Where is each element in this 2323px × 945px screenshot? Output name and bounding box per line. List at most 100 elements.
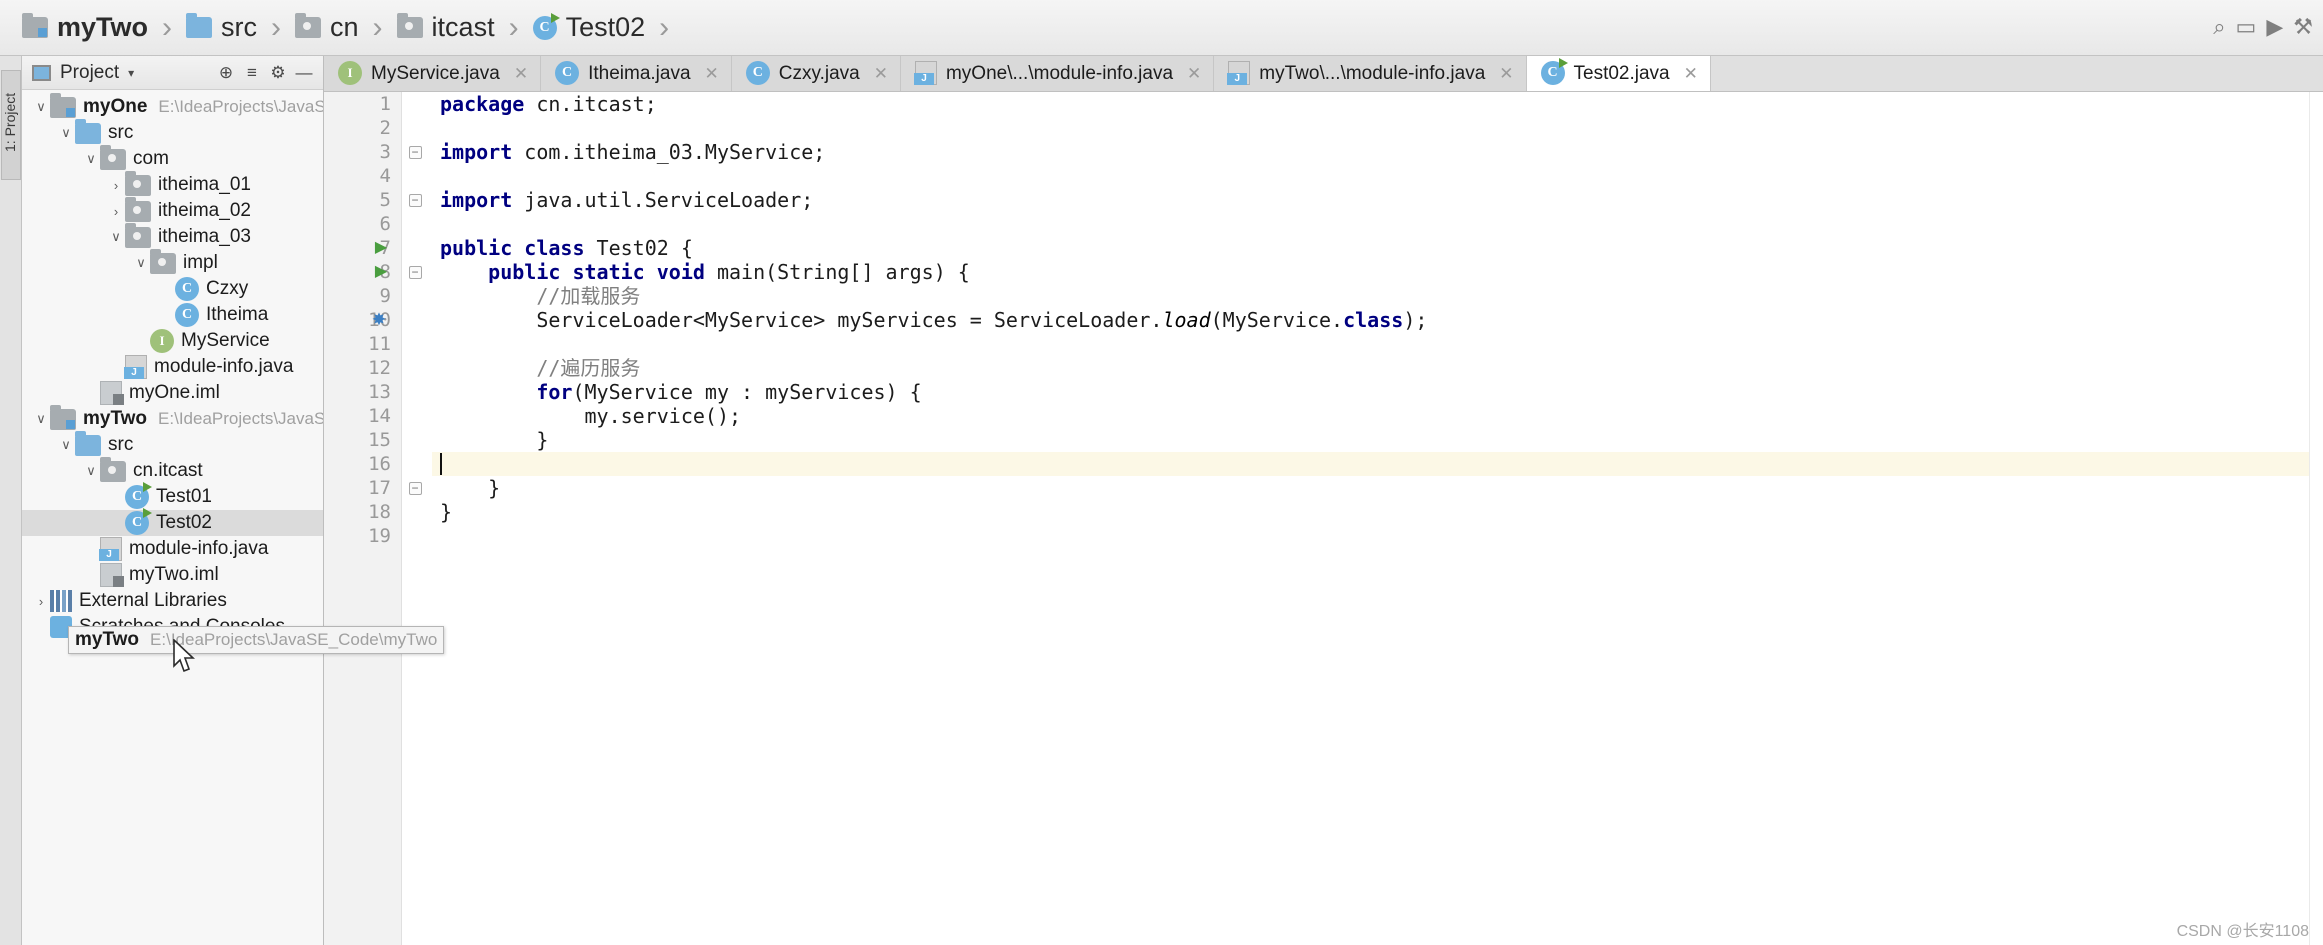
close-icon[interactable]: ✕ — [705, 64, 719, 84]
close-icon[interactable]: ✕ — [1684, 64, 1698, 84]
tree-node-myone.iml[interactable]: myOne.iml — [22, 380, 323, 406]
code-line[interactable]: package cn.itcast; — [432, 92, 2323, 116]
code-line[interactable] — [432, 116, 2323, 140]
run-config-icon[interactable]: ▭ — [2236, 14, 2257, 40]
tree-node-module-info.java[interactable]: module-info.java — [22, 536, 323, 562]
tree-node-com[interactable]: ∨ com — [22, 144, 323, 172]
breadcrumb-item-mytwo[interactable]: myTwo — [22, 12, 148, 43]
tree-node-itheima_03[interactable]: ∨ itheima_03 — [22, 222, 323, 250]
code-token: main(String[] args) { — [716, 260, 970, 284]
code-line[interactable]: my.service(); — [432, 404, 2323, 428]
editor-tab-myservice.java[interactable]: I MyService.java ✕ — [324, 56, 542, 91]
close-icon[interactable]: ✕ — [1499, 64, 1513, 84]
build-icon[interactable]: ⚒ — [2293, 14, 2313, 40]
source-folder-icon — [75, 430, 101, 456]
chevron-down-icon[interactable]: ∨ — [107, 229, 125, 245]
fold-box-icon[interactable]: − — [408, 266, 422, 280]
hide-button[interactable]: — — [291, 63, 317, 83]
chevron-down-icon[interactable]: ▾ — [128, 66, 134, 80]
editor-right-gutter[interactable] — [2309, 92, 2323, 945]
fold-toggle-icon[interactable]: − — [404, 188, 426, 212]
code-line[interactable]: //遍历服务 — [432, 356, 2323, 380]
sidebar-tab-project[interactable]: 1: Project — [1, 70, 21, 180]
chevron-down-icon[interactable]: ∨ — [132, 255, 150, 271]
chevron-right-icon[interactable]: › — [107, 178, 125, 193]
tree-node-module-info.java[interactable]: module-info.java — [22, 354, 323, 380]
code-line[interactable]: ServiceLoader<MyService> myServices = Se… — [432, 308, 2323, 332]
tree-node-label: Test02 — [156, 512, 212, 533]
code-line[interactable]: import java.util.ServiceLoader; — [432, 188, 2323, 212]
code-line[interactable] — [432, 332, 2323, 356]
fold-toggle-icon[interactable]: − — [404, 140, 426, 164]
project-tree[interactable]: ∨myOneE:\IdeaProjects\JavaSE_Co∨src∨com›… — [22, 90, 323, 945]
code-line[interactable]: //加载服务 — [432, 284, 2323, 308]
chevron-right-icon[interactable]: › — [32, 594, 50, 609]
bean-gutter-icon[interactable]: ✸ — [368, 308, 390, 332]
tree-node-myone[interactable]: ∨ myOne E:\IdeaProjects\JavaSE_Co — [22, 92, 323, 120]
tree-node-itheima[interactable]: C Itheima — [22, 302, 323, 328]
chevron-down-icon[interactable]: ∨ — [32, 411, 50, 427]
fold-toggle-icon[interactable]: − — [404, 476, 426, 500]
tree-node-mytwo[interactable]: ∨ myTwo E:\IdeaProjects\JavaSE_Code\myTwo — [22, 404, 323, 432]
code-line[interactable] — [432, 524, 2323, 548]
editor-tab-mytwo-...-module-info.java[interactable]: myTwo\...\module-info.java ✕ — [1214, 56, 1527, 91]
editor-tab-test02.java[interactable]: C Test02.java ✕ — [1526, 56, 1711, 91]
tree-node-cn.itcast[interactable]: ∨ cn.itcast — [22, 456, 323, 484]
code-line[interactable]: } — [432, 476, 2323, 500]
tree-node-external-libraries[interactable]: › External Libraries — [22, 588, 323, 614]
tree-node-test02[interactable]: C Test02 — [22, 508, 323, 536]
tooltip-module-name: myTwo — [75, 629, 140, 650]
tree-node-itheima_01[interactable]: › itheima_01 — [22, 170, 323, 198]
tree-node-label: itheima_02 — [158, 200, 251, 221]
fold-box-icon[interactable]: − — [408, 482, 422, 496]
tree-node-myservice[interactable]: I MyService — [22, 328, 323, 354]
fold-toggle-icon[interactable]: − — [404, 260, 426, 284]
chevron-down-icon[interactable]: ∨ — [32, 99, 50, 115]
code-line[interactable]: public class Test02 { — [432, 236, 2323, 260]
chevron-down-icon[interactable]: ∨ — [82, 151, 100, 167]
locate-button[interactable]: ⊕ — [213, 63, 239, 83]
tree-node-itheima_02[interactable]: › itheima_02 — [22, 196, 323, 224]
settings-button[interactable]: ⚙ — [265, 63, 291, 83]
close-icon[interactable]: ✕ — [874, 64, 888, 84]
breadcrumb-item-src[interactable]: src — [186, 12, 257, 43]
code-line[interactable] — [432, 164, 2323, 188]
code-line[interactable] — [432, 212, 2323, 236]
chevron-right-icon[interactable]: › — [107, 204, 125, 219]
code-line[interactable]: } — [432, 500, 2323, 524]
breadcrumb-item-itcast[interactable]: itcast — [396, 12, 495, 43]
tree-node-czxy[interactable]: C Czxy — [22, 276, 323, 302]
code-line[interactable]: import com.itheima_03.MyService; — [432, 140, 2323, 164]
code-line[interactable] — [432, 452, 2323, 476]
chevron-down-icon[interactable]: ∨ — [82, 463, 100, 479]
tree-node-mytwo.iml[interactable]: myTwo.iml — [22, 562, 323, 588]
fold-box-icon[interactable]: − — [408, 146, 422, 160]
search-everywhere-icon[interactable]: ⌕ — [2213, 14, 2225, 40]
tree-node-impl[interactable]: ∨ impl — [22, 248, 323, 276]
breadcrumb-item-cn[interactable]: cn — [295, 12, 359, 43]
editor-tab-myone-...-module-info.java[interactable]: myOne\...\module-info.java ✕ — [900, 56, 1215, 91]
code-line[interactable]: public static void main(String[] args) { — [432, 260, 2323, 284]
editor-tab-bar[interactable]: I MyService.java ✕ C Itheima.java ✕ C Czxy.java… — [324, 56, 2323, 92]
run-gutter-icon[interactable]: ▶ — [370, 236, 392, 260]
editor-tab-itheima.java[interactable]: C Itheima.java ✕ — [541, 56, 732, 91]
code-token: ); — [1403, 308, 1428, 332]
code-line[interactable]: for(MyService my : myServices) { — [432, 380, 2323, 404]
fold-box-icon[interactable]: − — [408, 194, 422, 208]
marker-gutter[interactable]: − − ▶ ▶ − ✸ − — [372, 92, 432, 945]
tree-node-src[interactable]: ∨ src — [22, 118, 323, 146]
chevron-down-icon[interactable]: ∨ — [57, 437, 75, 453]
editor-tab-czxy.java[interactable]: C Czxy.java ✕ — [731, 56, 901, 91]
close-icon[interactable]: ✕ — [1187, 64, 1201, 84]
collapse-all-button[interactable]: ≡ — [239, 63, 265, 83]
code-content[interactable]: package cn.itcast; import com.itheima_03… — [432, 92, 2323, 945]
tree-node-src[interactable]: ∨ src — [22, 430, 323, 458]
run-icon[interactable]: ▶ — [2266, 14, 2283, 40]
breadcrumb-item-test02[interactable]: C Test02 — [532, 12, 645, 43]
package-folder-icon — [125, 222, 151, 248]
tree-node-test01[interactable]: C Test01 — [22, 482, 323, 510]
run-gutter-icon[interactable]: ▶ — [370, 260, 392, 284]
chevron-down-icon[interactable]: ∨ — [57, 125, 75, 141]
code-line[interactable]: } — [432, 428, 2323, 452]
close-icon[interactable]: ✕ — [514, 64, 528, 84]
